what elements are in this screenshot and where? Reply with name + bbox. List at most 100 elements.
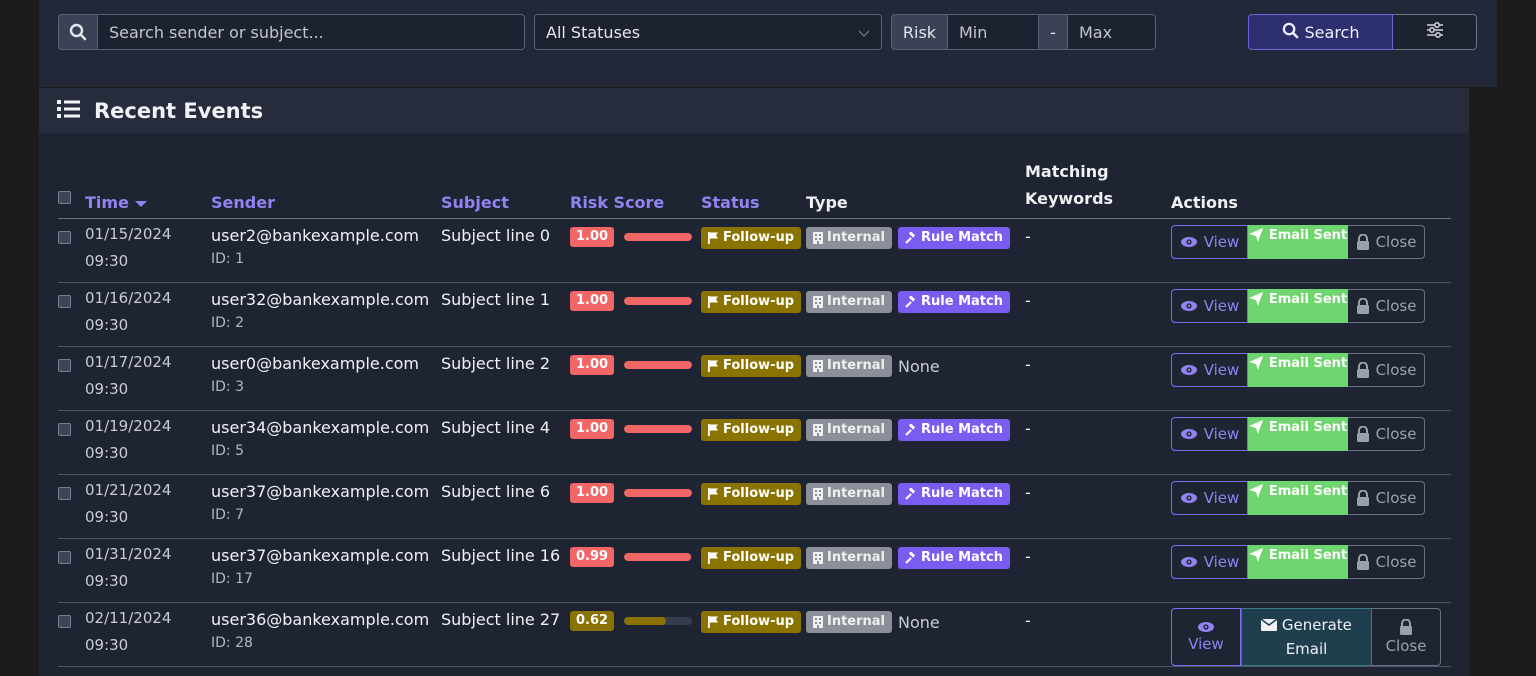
paper-plane-icon — [1248, 356, 1263, 370]
close-button[interactable]: Close — [1372, 608, 1441, 666]
building-icon — [813, 552, 823, 564]
rule-match-label: Rule Match — [921, 422, 1003, 437]
event-id: ID: 7 — [211, 507, 244, 523]
view-button[interactable]: View — [1171, 481, 1248, 515]
close-button[interactable]: Close — [1348, 289, 1425, 323]
lock-icon — [1356, 426, 1369, 442]
view-button[interactable]: View — [1171, 353, 1248, 387]
table-row: 01/16/2024 09:30 user32@bankexample.com … — [58, 282, 1451, 347]
column-type: Type — [806, 158, 1025, 219]
flag-icon — [708, 424, 718, 436]
risk-score: 0.62 — [570, 611, 701, 631]
search-input[interactable] — [98, 14, 525, 50]
subject: Subject line 0 — [441, 226, 551, 245]
risk-score-fill — [624, 233, 693, 241]
table-header-row: Time Sender Subject Risk Score Status Ty… — [58, 158, 1451, 219]
risk-label: Risk — [891, 14, 948, 50]
row-checkbox[interactable] — [58, 359, 71, 372]
close-button-label: Close — [1385, 637, 1427, 655]
view-button[interactable]: View — [1171, 289, 1248, 323]
building-icon — [813, 424, 823, 436]
close-button[interactable]: Close — [1348, 353, 1425, 387]
type-none-label: None — [898, 357, 940, 376]
row-checkbox[interactable] — [58, 423, 71, 436]
paper-plane-icon — [1248, 548, 1263, 562]
flag-icon — [708, 616, 718, 628]
view-button-label: View — [1203, 297, 1240, 315]
close-button[interactable]: Close — [1348, 481, 1425, 515]
email-sent-label: Email Sent — [1268, 484, 1348, 499]
search-button[interactable]: Search — [1248, 14, 1393, 50]
flag-icon — [708, 488, 718, 500]
status-badge: Follow-up — [701, 611, 802, 633]
close-button-label: Close — [1375, 361, 1417, 379]
status-badge: Follow-up — [701, 547, 802, 569]
row-checkbox[interactable] — [58, 231, 71, 244]
row-checkbox[interactable] — [58, 615, 71, 628]
risk-min-input[interactable] — [948, 14, 1038, 50]
email-sent-label: Email Sent — [1268, 356, 1348, 371]
column-time[interactable]: Time — [85, 158, 211, 219]
view-button-label: View — [1203, 361, 1240, 379]
event-clock: 09:30 — [85, 508, 129, 526]
close-button[interactable]: Close — [1348, 225, 1425, 259]
event-date: 01/31/2024 — [85, 545, 172, 563]
advanced-filters-button[interactable] — [1393, 14, 1477, 50]
close-button[interactable]: Close — [1348, 417, 1425, 451]
lock-icon — [1356, 490, 1369, 506]
rule-match-badge: Rule Match — [898, 547, 1010, 569]
flag-icon — [708, 552, 718, 564]
email-sent-button[interactable]: Email Sent — [1248, 545, 1348, 579]
email-sent-button[interactable]: Email Sent — [1248, 353, 1348, 387]
risk-max-input[interactable] — [1068, 14, 1156, 50]
table-row: 02/11/2024 09:30 user36@bankexample.com … — [58, 602, 1451, 667]
sender-email: user0@bankexample.com — [211, 354, 419, 373]
column-sender[interactable]: Sender — [211, 158, 441, 219]
event-time: 01/31/2024 09:30 — [85, 541, 211, 595]
risk-score-badge: 1.00 — [570, 483, 615, 503]
filter-panel: All Statuses Risk - Search — [39, 0, 1497, 87]
email-sent-button[interactable]: Email Sent — [1248, 481, 1348, 515]
view-button[interactable]: View — [1171, 545, 1248, 579]
type-label: Internal — [827, 358, 886, 373]
search-icon[interactable] — [58, 14, 98, 50]
event-time: 01/15/2024 09:30 — [85, 221, 211, 275]
generate-email-button[interactable]: Generate Email — [1241, 608, 1372, 666]
column-status[interactable]: Status — [701, 158, 806, 219]
email-sent-button[interactable]: Email Sent — [1248, 225, 1348, 259]
lock-icon — [1356, 362, 1369, 378]
eye-icon — [1180, 557, 1197, 567]
matching-keywords: - — [1025, 483, 1031, 502]
column-subject[interactable]: Subject — [441, 158, 570, 219]
gavel-icon — [905, 424, 916, 436]
row-checkbox[interactable] — [58, 551, 71, 564]
status-badge: Follow-up — [701, 227, 802, 249]
event-date: 01/17/2024 — [85, 353, 172, 371]
close-button[interactable]: Close — [1348, 545, 1425, 579]
row-checkbox[interactable] — [58, 487, 71, 500]
view-button[interactable]: View — [1171, 417, 1248, 451]
risk-score-bar — [624, 233, 693, 241]
subject: Subject line 6 — [441, 482, 551, 501]
row-actions: View Email Sent Close — [1171, 545, 1451, 579]
eye-icon — [1180, 237, 1197, 247]
building-icon — [813, 488, 823, 500]
risk-score-bar — [624, 617, 693, 625]
status-select[interactable]: All Statuses — [534, 14, 882, 50]
risk-score-badge: 1.00 — [570, 419, 615, 439]
select-all-checkbox[interactable] — [58, 191, 71, 204]
email-sent-label: Email Sent — [1268, 420, 1348, 435]
row-checkbox[interactable] — [58, 295, 71, 308]
type-badge: Internal — [806, 291, 893, 313]
matching-keywords: - — [1025, 611, 1031, 630]
matching-keywords: - — [1025, 291, 1031, 310]
email-sent-button[interactable]: Email Sent — [1248, 417, 1348, 451]
type-badge: Internal — [806, 547, 893, 569]
view-button[interactable]: View — [1171, 608, 1241, 666]
email-sent-button[interactable]: Email Sent — [1248, 289, 1348, 323]
view-button[interactable]: View — [1171, 225, 1248, 259]
status-select-value: All Statuses — [546, 22, 641, 42]
type-label: Internal — [827, 422, 886, 437]
column-risk-score[interactable]: Risk Score — [570, 158, 701, 219]
sender-email: user34@bankexample.com — [211, 418, 430, 437]
